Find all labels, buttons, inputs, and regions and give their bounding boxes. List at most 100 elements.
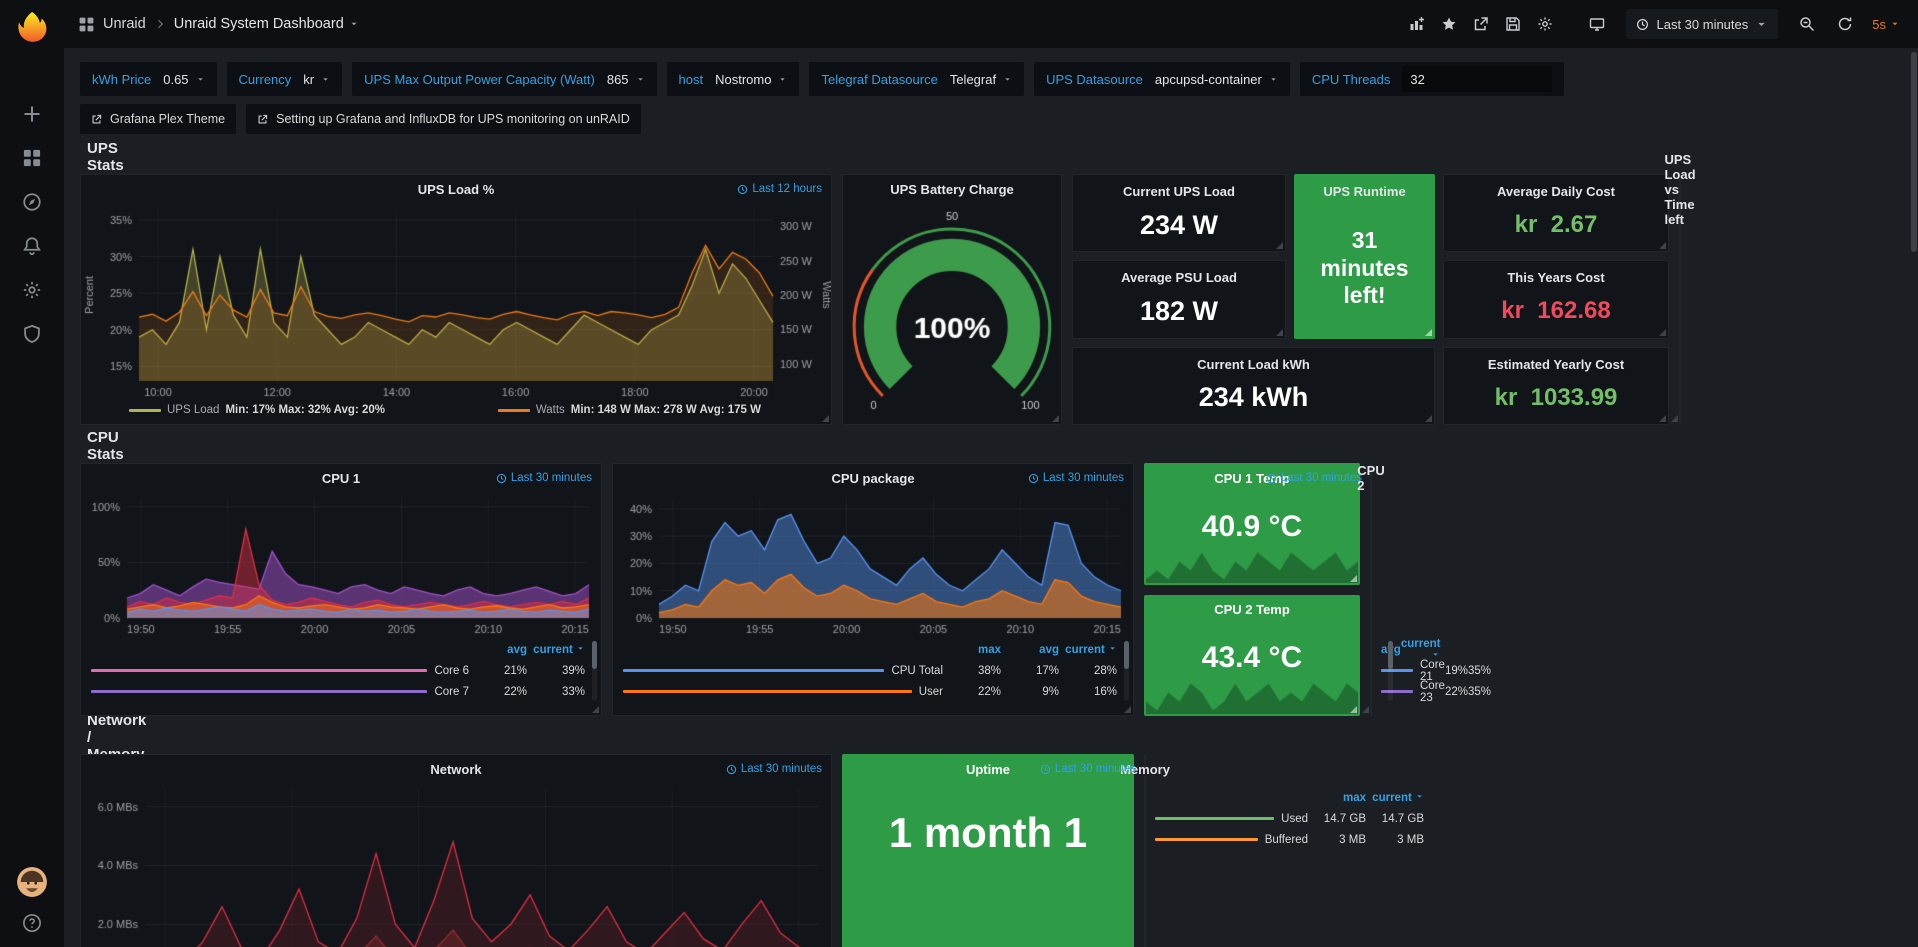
panel-average-daily-cost: Average Daily Cost kr 2.67	[1443, 174, 1669, 252]
add-panel-button[interactable]	[1402, 10, 1432, 38]
breadcrumb-folder[interactable]: Unraid	[103, 16, 146, 32]
cycle-view-button[interactable]	[1582, 10, 1612, 38]
legend-scrollbar[interactable]	[592, 641, 597, 701]
share-button[interactable]	[1466, 10, 1496, 38]
create-icon[interactable]	[9, 92, 55, 136]
user-avatar[interactable]	[17, 867, 47, 897]
panel-title[interactable]: Current Load kWh	[1073, 357, 1434, 372]
help-icon[interactable]	[9, 913, 55, 933]
caret-down-icon	[1755, 18, 1768, 31]
cpu2-legend: avgcurrent Core 2119%35%Core 2322%35%	[1371, 638, 1397, 706]
dashboards-icon[interactable]	[9, 136, 55, 180]
variable-kwh-price[interactable]: kWh Price0.65	[80, 62, 217, 96]
dashboard-settings-button[interactable]	[1530, 10, 1560, 38]
panel-cpu-2: CPU 2 Last 30 minutes avgcurrent Core 21…	[1370, 463, 1372, 716]
chevron-right-icon	[154, 18, 166, 30]
variable-value[interactable]: Telegraf	[950, 72, 1012, 87]
variable-label: UPS Max Output Power Capacity (Watt)	[364, 72, 595, 87]
legend-sort-max[interactable]: max	[1308, 792, 1366, 804]
legend-sort-current[interactable]: current	[1059, 644, 1117, 656]
legend-sort-avg[interactable]: avg	[469, 644, 527, 656]
variable-label: Currency	[239, 72, 292, 87]
battery-gauge[interactable]	[843, 203, 1061, 424]
panel-time-override[interactable]: Last 30 minutes	[726, 763, 822, 775]
panel-title[interactable]: UPS Runtime	[1295, 184, 1434, 199]
configuration-icon[interactable]	[9, 268, 55, 312]
panel-time-override[interactable]: Last 30 minutes	[496, 472, 592, 484]
dashboard-link[interactable]: Setting up Grafana and InfluxDB for UPS …	[246, 104, 641, 134]
panel-time-override[interactable]: Last 30 minutes	[1266, 472, 1362, 484]
variable-value[interactable]: Nostromo	[715, 72, 787, 87]
variable-telegraf-datasource[interactable]: Telegraf DatasourceTelegraf	[809, 62, 1024, 96]
cpu-package-chart[interactable]	[613, 492, 1133, 638]
legend-header: maxavgcurrent	[623, 639, 1117, 660]
dashboard-title[interactable]: Unraid System Dashboard	[174, 16, 359, 32]
legend-row[interactable]: Buffered3 MB3 MB	[1155, 829, 1424, 850]
ups-load-chart[interactable]	[81, 203, 831, 401]
variable-value[interactable]: 865	[607, 72, 645, 87]
legend-item-watts[interactable]: Watts Min: 148 W Max: 278 W Avg: 175 W	[498, 404, 761, 416]
variable-ups-datasource[interactable]: UPS Datasource apcupsd-container	[1034, 62, 1290, 96]
variable-host[interactable]: hostNostromo	[667, 62, 800, 96]
cpu1-temp-sparkline	[1146, 547, 1358, 583]
legend-row[interactable]: User22%9%16%	[623, 681, 1117, 702]
panel-title[interactable]: Current UPS Load	[1073, 184, 1285, 199]
caret-down-icon	[1890, 19, 1900, 29]
variable-currency[interactable]: Currency kr	[227, 62, 343, 96]
refresh-interval-picker[interactable]: 5s	[1868, 17, 1904, 32]
clock-icon	[496, 473, 507, 484]
panel-estimated-yearly-cost: Estimated Yearly Cost kr 1033.99	[1443, 347, 1669, 425]
panel-title[interactable]: CPU package	[831, 471, 914, 486]
star-button[interactable]	[1434, 10, 1464, 38]
alerting-icon[interactable]	[9, 224, 55, 268]
legend-sort-max[interactable]: max	[943, 644, 1001, 656]
variable-cpu-threads[interactable]: CPU Threads32	[1300, 62, 1565, 96]
legend-row[interactable]: Core 722%33%	[91, 681, 585, 702]
dashboard-link[interactable]: Grafana Plex Theme	[80, 104, 236, 134]
variable-ups-max-output-power-capacity-watt-[interactable]: UPS Max Output Power Capacity (Watt) 865	[352, 62, 656, 96]
panel-title[interactable]: CPU 2 Temp	[1214, 602, 1290, 617]
scrollbar-thumb[interactable]	[1911, 52, 1917, 252]
variable-input[interactable]: 32	[1402, 66, 1552, 92]
panel-title[interactable]: Uptime	[966, 762, 1010, 777]
panel-title[interactable]: CPU 1	[322, 471, 360, 486]
panel-time-override[interactable]: Last 30 minutes	[1040, 763, 1136, 775]
time-label: Last 30 minutes	[1281, 472, 1362, 484]
panel-title[interactable]: This Years Cost	[1444, 270, 1668, 285]
panel-title[interactable]: UPS Load vs Time left	[1664, 152, 1695, 227]
variable-value[interactable]: kr	[303, 72, 330, 87]
network-chart[interactable]	[81, 783, 831, 947]
legend-sort-current[interactable]: current	[527, 644, 585, 656]
variable-value[interactable]: apcupsd-container	[1155, 72, 1278, 87]
sidebar-bottom	[9, 867, 55, 933]
cpu1-chart[interactable]	[81, 492, 601, 638]
zoom-out-button[interactable]	[1792, 10, 1822, 38]
legend-sort-current[interactable]: current	[1366, 792, 1424, 804]
panel-title[interactable]: UPS Load %	[418, 182, 495, 197]
panel-title[interactable]: Estimated Yearly Cost	[1444, 357, 1668, 372]
refresh-button[interactable]	[1830, 10, 1860, 38]
legend-scrollbar[interactable]	[1124, 641, 1129, 701]
panel-time-override[interactable]: Last 12 hours	[737, 183, 822, 195]
server-admin-icon[interactable]	[9, 312, 55, 356]
legend-row[interactable]: CPU Total38%17%28%	[623, 660, 1117, 681]
variable-label: UPS Datasource	[1046, 72, 1143, 87]
panel-title[interactable]: UPS Battery Charge	[890, 182, 1014, 197]
legend: UPS Load Min: 17% Max: 32% Avg: 20% Watt…	[81, 401, 831, 424]
variable-value[interactable]: 0.65	[163, 72, 204, 87]
caret-down-icon	[1269, 75, 1278, 84]
panel-title[interactable]: Network	[430, 762, 481, 777]
legend-item-ups-load[interactable]: UPS Load Min: 17% Max: 32% Avg: 20%	[129, 404, 385, 416]
legend-sort-avg[interactable]: avg	[1001, 644, 1059, 656]
panel-title[interactable]: Average PSU Load	[1073, 270, 1285, 285]
grafana-logo[interactable]	[12, 10, 52, 50]
grafana-app: Unraid Unraid System Dashboard Last 30 m…	[0, 0, 1918, 947]
legend-scrollbar[interactable]	[1388, 641, 1393, 701]
time-picker[interactable]: Last 30 minutes	[1626, 9, 1778, 39]
save-button[interactable]	[1498, 10, 1528, 38]
legend-row[interactable]: Used14.7 GB14.7 GB	[1155, 808, 1424, 829]
explore-icon[interactable]	[9, 180, 55, 224]
panel-time-override[interactable]: Last 30 minutes	[1028, 472, 1124, 484]
legend-row[interactable]: Core 621%39%	[91, 660, 585, 681]
panel-title[interactable]: Average Daily Cost	[1444, 184, 1668, 199]
